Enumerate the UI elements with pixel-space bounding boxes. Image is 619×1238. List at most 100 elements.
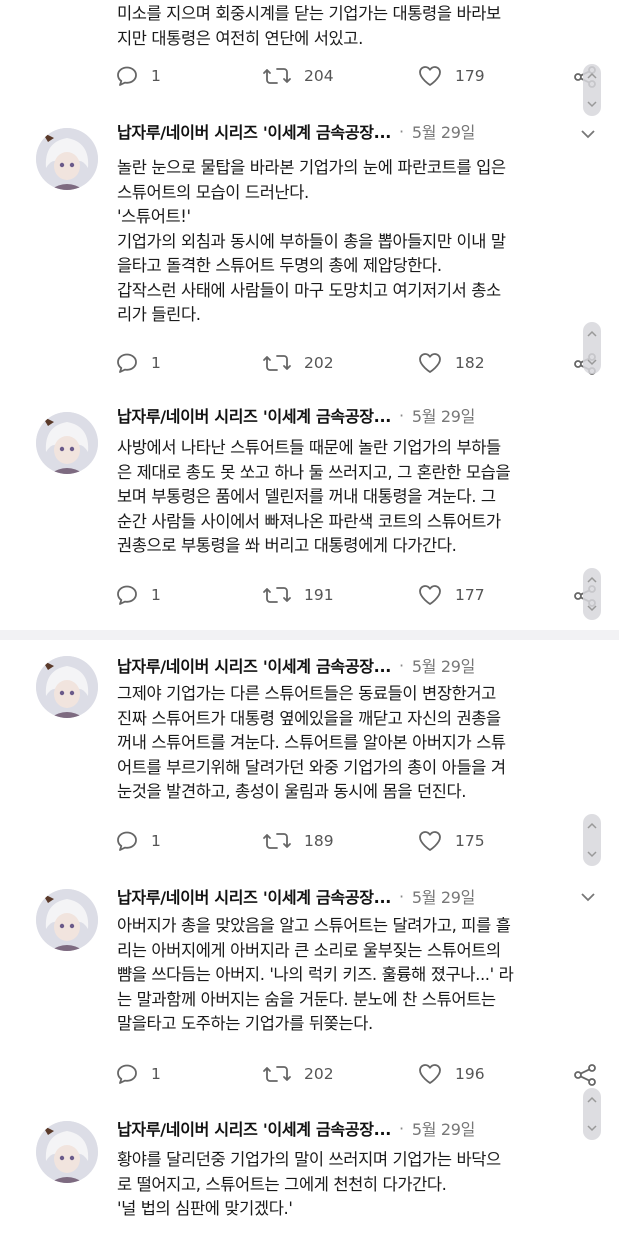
- like-icon: [419, 1064, 441, 1084]
- tweet-header: 납자루/네이버 시리즈 '이세계 금속공장... · 5월 29일: [117, 652, 475, 678]
- tweet-line: 리는 아버지에게 아버지라 큰 소리로 울부짖는 스튜어트의: [117, 940, 501, 960]
- tweet-text: 황야를 달리던중 기업가의 말이 쓰러지며 기업가는 바닥으 로 떨어지고, 스…: [117, 1148, 607, 1222]
- scroll-indicator[interactable]: [583, 322, 601, 374]
- retweet-button[interactable]: 189: [262, 829, 334, 853]
- reply-count: 1: [151, 832, 161, 850]
- like-count: 196: [455, 1065, 485, 1083]
- tweet-date[interactable]: 5월 29일: [412, 653, 476, 677]
- tweet-line: 보며 부통령은 품에서 델린저를 꺼내 대통령을 겨눈다. 그: [117, 487, 496, 506]
- tweet-line: 갑작스런 사태에 사람들이 마구 도망치고 여기저기서 총소: [117, 280, 501, 300]
- tweet-line: 놀란 눈으로 물탑을 바라본 기업가의 눈에 파란코트를 입은: [117, 158, 506, 177]
- tweet-date[interactable]: 5월 29일: [412, 403, 476, 427]
- tweet-line: 황야를 달리던중 기업가의 말이 쓰러지며 기업가는 바닥으: [117, 1150, 501, 1169]
- tweet-date[interactable]: 5월 29일: [412, 119, 476, 143]
- tweet-actions: 1 202 196: [0, 1062, 619, 1092]
- scroll-indicator[interactable]: [583, 568, 601, 620]
- tweet-line: 기업가의 외침과 동시에 부하들이 총을 뽑아들지만 이내 말: [117, 231, 506, 251]
- tweet-line: 눈것을 발견하고, 총성이 울림과 동시에 몸을 던진다.: [117, 782, 467, 801]
- separator-dot: ·: [399, 121, 404, 141]
- tweet-text: 그제야 기업가는 다른 스튜어트들은 동료들이 변장한거고 진짜 스튜어트가 대…: [117, 682, 607, 805]
- retweet-count: 189: [304, 832, 334, 850]
- tweet-line: 은 제대로 총도 못 쏘고 하나 둘 쓰러지고, 그 혼란한 모습을: [117, 462, 511, 482]
- like-count: 179: [455, 67, 485, 85]
- reply-count: 1: [151, 67, 161, 85]
- scroll-indicator[interactable]: [583, 1088, 601, 1140]
- reply-icon: [117, 831, 137, 851]
- tweet-line: 는 말과함께 아버지는 숨을 거둔다. 분노에 찬 스튜어트는: [117, 989, 496, 1009]
- tweet-line: 그제야 기업가는 다른 스튜어트들은 동료들이 변장한거고: [117, 684, 496, 703]
- reply-button[interactable]: 1: [115, 1062, 161, 1086]
- like-button[interactable]: 177: [417, 583, 485, 607]
- reply-button[interactable]: 1: [115, 351, 161, 375]
- retweet-count: 202: [304, 1065, 334, 1083]
- chevron-down-icon[interactable]: [578, 124, 598, 144]
- author-name[interactable]: 납자루/네이버 시리즈 '이세계 금속공장...: [117, 119, 391, 143]
- tweet-line: 지만 대통령은 여전히 연단에 서있고.: [117, 28, 363, 48]
- retweet-icon: [263, 833, 291, 849]
- tweet-text: 놀란 눈으로 물탑을 바라본 기업가의 눈에 파란코트를 입은 스튜어트의 모습…: [117, 156, 607, 328]
- avatar[interactable]: [36, 128, 98, 190]
- author-name[interactable]: 납자루/네이버 시리즈 '이세계 금속공장...: [117, 884, 391, 908]
- author-name[interactable]: 납자루/네이버 시리즈 '이세계 금속공장...: [117, 653, 391, 677]
- like-count: 175: [455, 832, 485, 850]
- like-button[interactable]: 182: [417, 351, 485, 375]
- divider: [0, 630, 619, 640]
- author-name[interactable]: 납자루/네이버 시리즈 '이세계 금속공장...: [117, 403, 391, 427]
- chevron-down-icon[interactable]: [578, 887, 598, 907]
- avatar[interactable]: [36, 889, 98, 951]
- retweet-icon: [263, 355, 291, 371]
- reply-button[interactable]: 1: [115, 829, 161, 853]
- avatar[interactable]: [36, 656, 98, 718]
- like-icon: [419, 585, 441, 605]
- like-count: 177: [455, 586, 485, 604]
- retweet-button[interactable]: 202: [262, 351, 334, 375]
- like-button[interactable]: 196: [417, 1062, 485, 1086]
- tweet-text: 사방에서 나타난 스튜어트들 때문에 놀란 기업가의 부하들 은 제대로 총도 …: [117, 436, 607, 559]
- tweet-actions: 1 191 177: [0, 583, 619, 613]
- tweet-line: 순간 사람들 사이에서 빠져나온 파란색 코트의 스튜어트가: [117, 511, 501, 531]
- tweet-line: 어트를 부르기위해 달려가던 와중 기업가의 총이 아들을 겨: [117, 757, 506, 777]
- tweet-line: 아버지가 총을 맞았음을 알고 스튜어트는 달려가고, 피를 흘: [117, 916, 511, 935]
- like-button[interactable]: 175: [417, 829, 485, 853]
- tweet-header: 납자루/네이버 시리즈 '이세계 금속공장... · 5월 29일: [117, 883, 475, 909]
- reply-button[interactable]: 1: [115, 583, 161, 607]
- separator-dot: ·: [399, 655, 404, 675]
- tweet-actions: 1 204 179: [0, 64, 619, 94]
- share-icon[interactable]: [572, 1062, 598, 1088]
- separator-dot: ·: [399, 886, 404, 906]
- scroll-indicator[interactable]: [583, 64, 601, 116]
- like-button[interactable]: 179: [417, 64, 485, 88]
- tweet-header: 납자루/네이버 시리즈 '이세계 금속공장... · 5월 29일: [117, 1115, 475, 1141]
- retweet-count: 191: [304, 586, 334, 604]
- tweet-date[interactable]: 5월 29일: [412, 1116, 476, 1140]
- separator-dot: ·: [399, 1118, 404, 1138]
- author-name[interactable]: 납자루/네이버 시리즈 '이세계 금속공장...: [117, 1116, 391, 1140]
- retweet-icon: [263, 1066, 291, 1082]
- tweet-line: 권총으로 부통령을 쏴 버리고 대통령에게 다가간다.: [117, 536, 457, 555]
- tweet-line: 뺨을 쓰다듬는 아버지. '나의 럭키 키즈. 훌륭해 졌구나...' 라: [117, 965, 514, 984]
- tweet-header: 납자루/네이버 시리즈 '이세계 금속공장... · 5월 29일: [117, 402, 475, 428]
- reply-button[interactable]: 1: [115, 64, 161, 88]
- retweet-icon: [263, 68, 291, 84]
- reply-count: 1: [151, 1065, 161, 1083]
- retweet-count: 202: [304, 354, 334, 372]
- tweet-line: 리가 들린다.: [117, 305, 201, 324]
- tweet-date[interactable]: 5월 29일: [412, 884, 476, 908]
- tweet-line: '스튜어트!': [117, 207, 191, 226]
- reply-icon: [117, 585, 137, 605]
- retweet-button[interactable]: 202: [262, 1062, 334, 1086]
- retweet-button[interactable]: 191: [262, 583, 334, 607]
- tweet-line: 미소를 지으며 회중시계를 닫는 기업가는 대통령을 바라보: [117, 4, 501, 23]
- like-icon: [419, 831, 441, 851]
- reply-icon: [117, 353, 137, 373]
- scroll-indicator[interactable]: [583, 814, 601, 866]
- retweet-button[interactable]: 204: [262, 64, 334, 88]
- reply-count: 1: [151, 586, 161, 604]
- avatar[interactable]: [36, 1121, 98, 1183]
- avatar[interactable]: [36, 412, 98, 474]
- tweet-text: 미소를 지으며 회중시계를 닫는 기업가는 대통령을 바라보 지만 대통령은 여…: [117, 2, 607, 51]
- tweet-line: 을타고 돌격한 스튜어트 두명의 총에 제압당한다.: [117, 256, 442, 275]
- like-count: 182: [455, 354, 485, 372]
- tweet-line: 스튜어트의 모습이 드러난다.: [117, 182, 309, 202]
- tweet-line: 로 떨어지고, 스튜어트는 그에게 천천히 다가간다.: [117, 1174, 447, 1194]
